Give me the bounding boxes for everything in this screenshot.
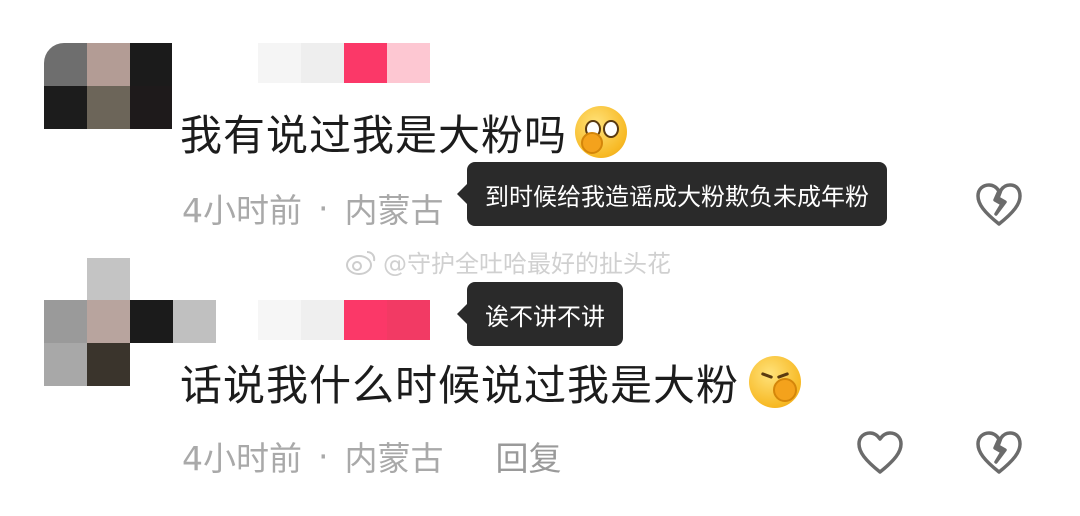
location: 内蒙古 xyxy=(344,191,444,230)
thinking-hand-face-emoji-icon xyxy=(749,356,802,408)
separator-dot: · xyxy=(318,188,329,228)
tooltip-1: 到时候给我造谣成大粉欺负未成年粉 xyxy=(457,162,887,226)
heart-outline-icon[interactable] xyxy=(855,430,905,476)
avatar[interactable] xyxy=(44,43,172,129)
comment-text-label: 话说我什么时候说过我是大粉 xyxy=(180,360,740,410)
comment-meta: 4小时前 · 内蒙古 xyxy=(182,186,444,231)
username-redacted[interactable] xyxy=(258,43,430,83)
comment-text-label: 我有说过我是大粉吗 xyxy=(180,110,568,160)
weibo-logo-icon xyxy=(346,250,376,275)
shushing-face-emoji-icon xyxy=(575,106,628,158)
location: 内蒙古 xyxy=(344,439,444,478)
comment-meta: 4小时前 · 内蒙古 回复 xyxy=(182,432,562,480)
reply-button[interactable]: 回复 xyxy=(496,432,562,480)
tooltip-text: 到时候给我造谣成大粉欺负未成年粉 xyxy=(485,182,869,211)
broken-heart-icon[interactable] xyxy=(974,430,1024,476)
comment-text: 话说我什么时候说过我是大粉 xyxy=(180,354,802,410)
broken-heart-icon[interactable] xyxy=(974,182,1024,228)
watermark: @守护全吐哈最好的扯头花 xyxy=(345,244,671,279)
tooltip-arrow xyxy=(457,304,467,324)
timestamp: 4小时前 xyxy=(182,191,302,230)
tooltip-text: 诶不讲不讲 xyxy=(485,302,605,331)
separator-dot: · xyxy=(318,436,329,476)
username-redacted[interactable] xyxy=(258,300,430,340)
comment-text: 我有说过我是大粉吗 xyxy=(180,104,628,160)
timestamp: 4小时前 xyxy=(182,439,302,478)
avatar-pixel xyxy=(87,258,130,300)
tooltip-arrow xyxy=(457,184,467,204)
watermark-text: @守护全吐哈最好的扯头花 xyxy=(383,250,671,278)
tooltip-2: 诶不讲不讲 xyxy=(457,282,623,346)
